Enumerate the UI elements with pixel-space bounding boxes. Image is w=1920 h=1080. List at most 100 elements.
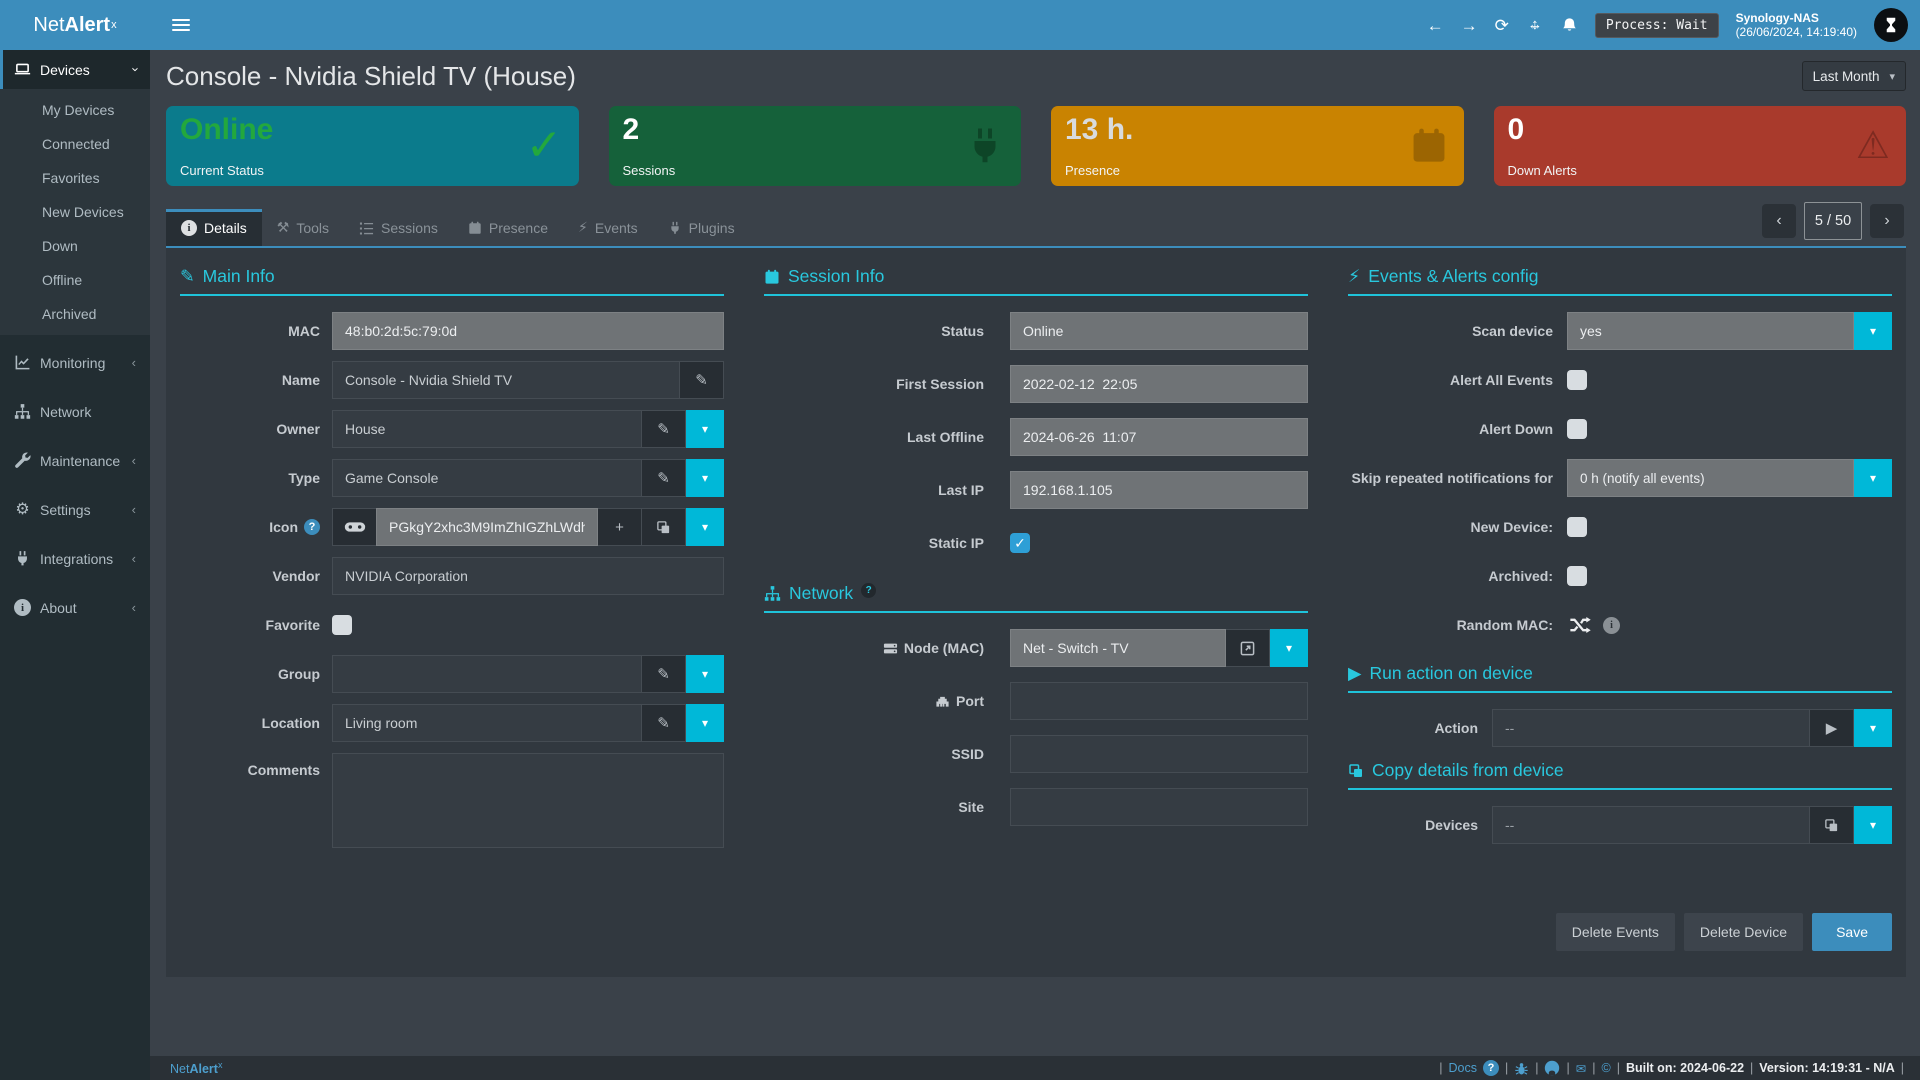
bell-icon[interactable] bbox=[1561, 17, 1578, 34]
type-field[interactable] bbox=[332, 459, 642, 497]
sidebar-item-maintenance[interactable]: Maintenance ‹ bbox=[0, 441, 150, 480]
sidebar-item-integrations[interactable]: Integrations ‹ bbox=[0, 539, 150, 578]
tab-details[interactable]: i Details bbox=[166, 209, 262, 246]
archived-checkbox[interactable] bbox=[1567, 566, 1587, 586]
envelope-icon[interactable]: ✉ bbox=[1576, 1061, 1586, 1076]
question-circle-icon[interactable]: ? bbox=[1483, 1060, 1499, 1076]
sidebar-item-devices[interactable]: Devices ‹ bbox=[0, 50, 150, 89]
devices-dropdown-button[interactable]: ▾ bbox=[1854, 806, 1892, 844]
next-device-button[interactable]: › bbox=[1870, 204, 1904, 238]
comments-field[interactable] bbox=[332, 753, 724, 848]
nav-forward-icon[interactable]: → bbox=[1461, 17, 1478, 34]
sidebar-item-new-devices[interactable]: New Devices bbox=[0, 195, 150, 229]
edit-owner-button[interactable]: ✎ bbox=[642, 410, 686, 448]
sidebar-item-about[interactable]: i About ‹ bbox=[0, 588, 150, 627]
tab-presence[interactable]: Presence bbox=[453, 210, 563, 246]
github-icon[interactable] bbox=[1544, 1060, 1560, 1076]
sidebar-item-label: Maintenance bbox=[40, 453, 120, 469]
move-icon[interactable]: ↔↕ bbox=[1526, 16, 1544, 34]
sidebar-item-archived[interactable]: Archived bbox=[0, 297, 150, 331]
edit-location-button[interactable]: ✎ bbox=[642, 704, 686, 742]
add-icon-button[interactable]: + bbox=[598, 508, 642, 546]
warning-icon: ⚠ bbox=[1856, 127, 1890, 165]
tab-events[interactable]: ⚡ Events bbox=[563, 209, 653, 246]
copy-icon-button[interactable] bbox=[642, 508, 686, 546]
scan-device-select[interactable]: yes bbox=[1567, 312, 1854, 350]
type-dropdown-button[interactable]: ▾ bbox=[686, 459, 724, 497]
group-field[interactable] bbox=[332, 655, 642, 693]
open-node-button[interactable] bbox=[1226, 629, 1270, 667]
node-dropdown-button[interactable]: ▾ bbox=[1270, 629, 1308, 667]
prev-device-button[interactable]: ‹ bbox=[1762, 204, 1796, 238]
edit-name-button[interactable]: ✎ bbox=[680, 361, 724, 399]
port-field[interactable] bbox=[1010, 682, 1308, 720]
icon-base64-field[interactable] bbox=[376, 508, 598, 546]
edit-type-button[interactable]: ✎ bbox=[642, 459, 686, 497]
location-dropdown-button[interactable]: ▾ bbox=[686, 704, 724, 742]
delete-device-button[interactable]: Delete Device bbox=[1684, 913, 1803, 951]
name-field[interactable] bbox=[332, 361, 680, 399]
sidebar-item-my-devices[interactable]: My Devices bbox=[0, 93, 150, 127]
tab-label: Details bbox=[204, 220, 247, 236]
presence-card[interactable]: 13 h. Presence bbox=[1051, 106, 1464, 186]
help-icon[interactable]: ? bbox=[861, 583, 876, 598]
help-icon[interactable]: ? bbox=[304, 519, 320, 535]
sidebar-item-settings[interactable]: ⚙ Settings ‹ bbox=[0, 490, 150, 529]
skip-notifications-dropdown-button[interactable]: ▾ bbox=[1854, 459, 1892, 497]
run-action-button[interactable]: ▶ bbox=[1810, 709, 1854, 747]
sidebar-item-down[interactable]: Down bbox=[0, 229, 150, 263]
alert-down-checkbox[interactable] bbox=[1567, 419, 1587, 439]
info-badge-icon[interactable]: i bbox=[1603, 617, 1620, 634]
edit-group-button[interactable]: ✎ bbox=[642, 655, 686, 693]
bug-report-icon[interactable] bbox=[1514, 1061, 1529, 1076]
skip-notifications-select[interactable]: 0 h (notify all events) bbox=[1567, 459, 1854, 497]
scan-device-dropdown-button[interactable]: ▾ bbox=[1854, 312, 1892, 350]
sidebar-item-network[interactable]: Network bbox=[0, 392, 150, 431]
session-info-column: Session Info Status First Session Last O… bbox=[764, 266, 1308, 951]
time-range-select[interactable]: Last Month ▾ bbox=[1802, 61, 1906, 91]
node-mac-field[interactable] bbox=[1010, 629, 1226, 667]
nav-back-icon[interactable]: ← bbox=[1427, 17, 1444, 34]
footer-brand[interactable]: NetAlertx bbox=[170, 1060, 222, 1076]
avatar[interactable] bbox=[1874, 8, 1908, 42]
location-field[interactable] bbox=[332, 704, 642, 742]
sessions-card[interactable]: 2 Sessions bbox=[609, 106, 1022, 186]
sidebar-toggle-icon[interactable] bbox=[166, 13, 196, 37]
copy-details-header: Copy details from device bbox=[1348, 760, 1892, 790]
down-alerts-card[interactable]: 0 Down Alerts ⚠ bbox=[1494, 106, 1907, 186]
owner-field[interactable] bbox=[332, 410, 642, 448]
current-status-card[interactable]: Online Current Status ✓ bbox=[166, 106, 579, 186]
brand-logo[interactable]: NetAlertx bbox=[0, 0, 150, 50]
tab-plugins[interactable]: Plugins bbox=[653, 210, 750, 246]
static-ip-checkbox[interactable]: ✓ bbox=[1010, 533, 1030, 553]
refresh-icon[interactable]: ⟳ bbox=[1495, 17, 1509, 34]
top-navbar: NetAlertx ← → ⟳ ↔↕ Process: Wait Synolog… bbox=[0, 0, 1920, 50]
sidebar-item-favorites[interactable]: Favorites bbox=[0, 161, 150, 195]
new-device-checkbox[interactable] bbox=[1567, 517, 1587, 537]
sidebar-item-monitoring[interactable]: Monitoring ‹ bbox=[0, 343, 150, 382]
ssid-field[interactable] bbox=[1010, 735, 1308, 773]
delete-events-button[interactable]: Delete Events bbox=[1556, 913, 1675, 951]
icon-dropdown-button[interactable]: ▾ bbox=[686, 508, 724, 546]
action-dropdown-button[interactable]: ▾ bbox=[1854, 709, 1892, 747]
sidebar-item-offline[interactable]: Offline bbox=[0, 263, 150, 297]
docs-link[interactable]: Docs bbox=[1449, 1061, 1477, 1075]
devices-select[interactable]: -- bbox=[1492, 806, 1810, 844]
owner-dropdown-button[interactable]: ▾ bbox=[686, 410, 724, 448]
copy-from-device-button[interactable] bbox=[1810, 806, 1854, 844]
mac-label: MAC bbox=[180, 323, 320, 339]
action-select[interactable]: -- bbox=[1492, 709, 1810, 747]
sidebar-item-label: Integrations bbox=[40, 551, 113, 567]
save-button[interactable]: Save bbox=[1812, 913, 1892, 951]
tab-sessions[interactable]: Sessions bbox=[344, 210, 453, 246]
main-info-column: ✎ Main Info MAC Name ✎ Owner ✎ ▾ bbox=[180, 266, 724, 951]
vendor-field[interactable] bbox=[332, 557, 724, 595]
group-dropdown-button[interactable]: ▾ bbox=[686, 655, 724, 693]
site-field[interactable] bbox=[1010, 788, 1308, 826]
alert-all-events-checkbox[interactable] bbox=[1567, 370, 1587, 390]
favorite-checkbox[interactable] bbox=[332, 615, 352, 635]
copyright-icon[interactable]: © bbox=[1601, 1061, 1610, 1075]
tab-tools[interactable]: ⚒ Tools bbox=[262, 209, 344, 246]
sidebar-item-connected[interactable]: Connected bbox=[0, 127, 150, 161]
copy-icon bbox=[1824, 818, 1839, 833]
